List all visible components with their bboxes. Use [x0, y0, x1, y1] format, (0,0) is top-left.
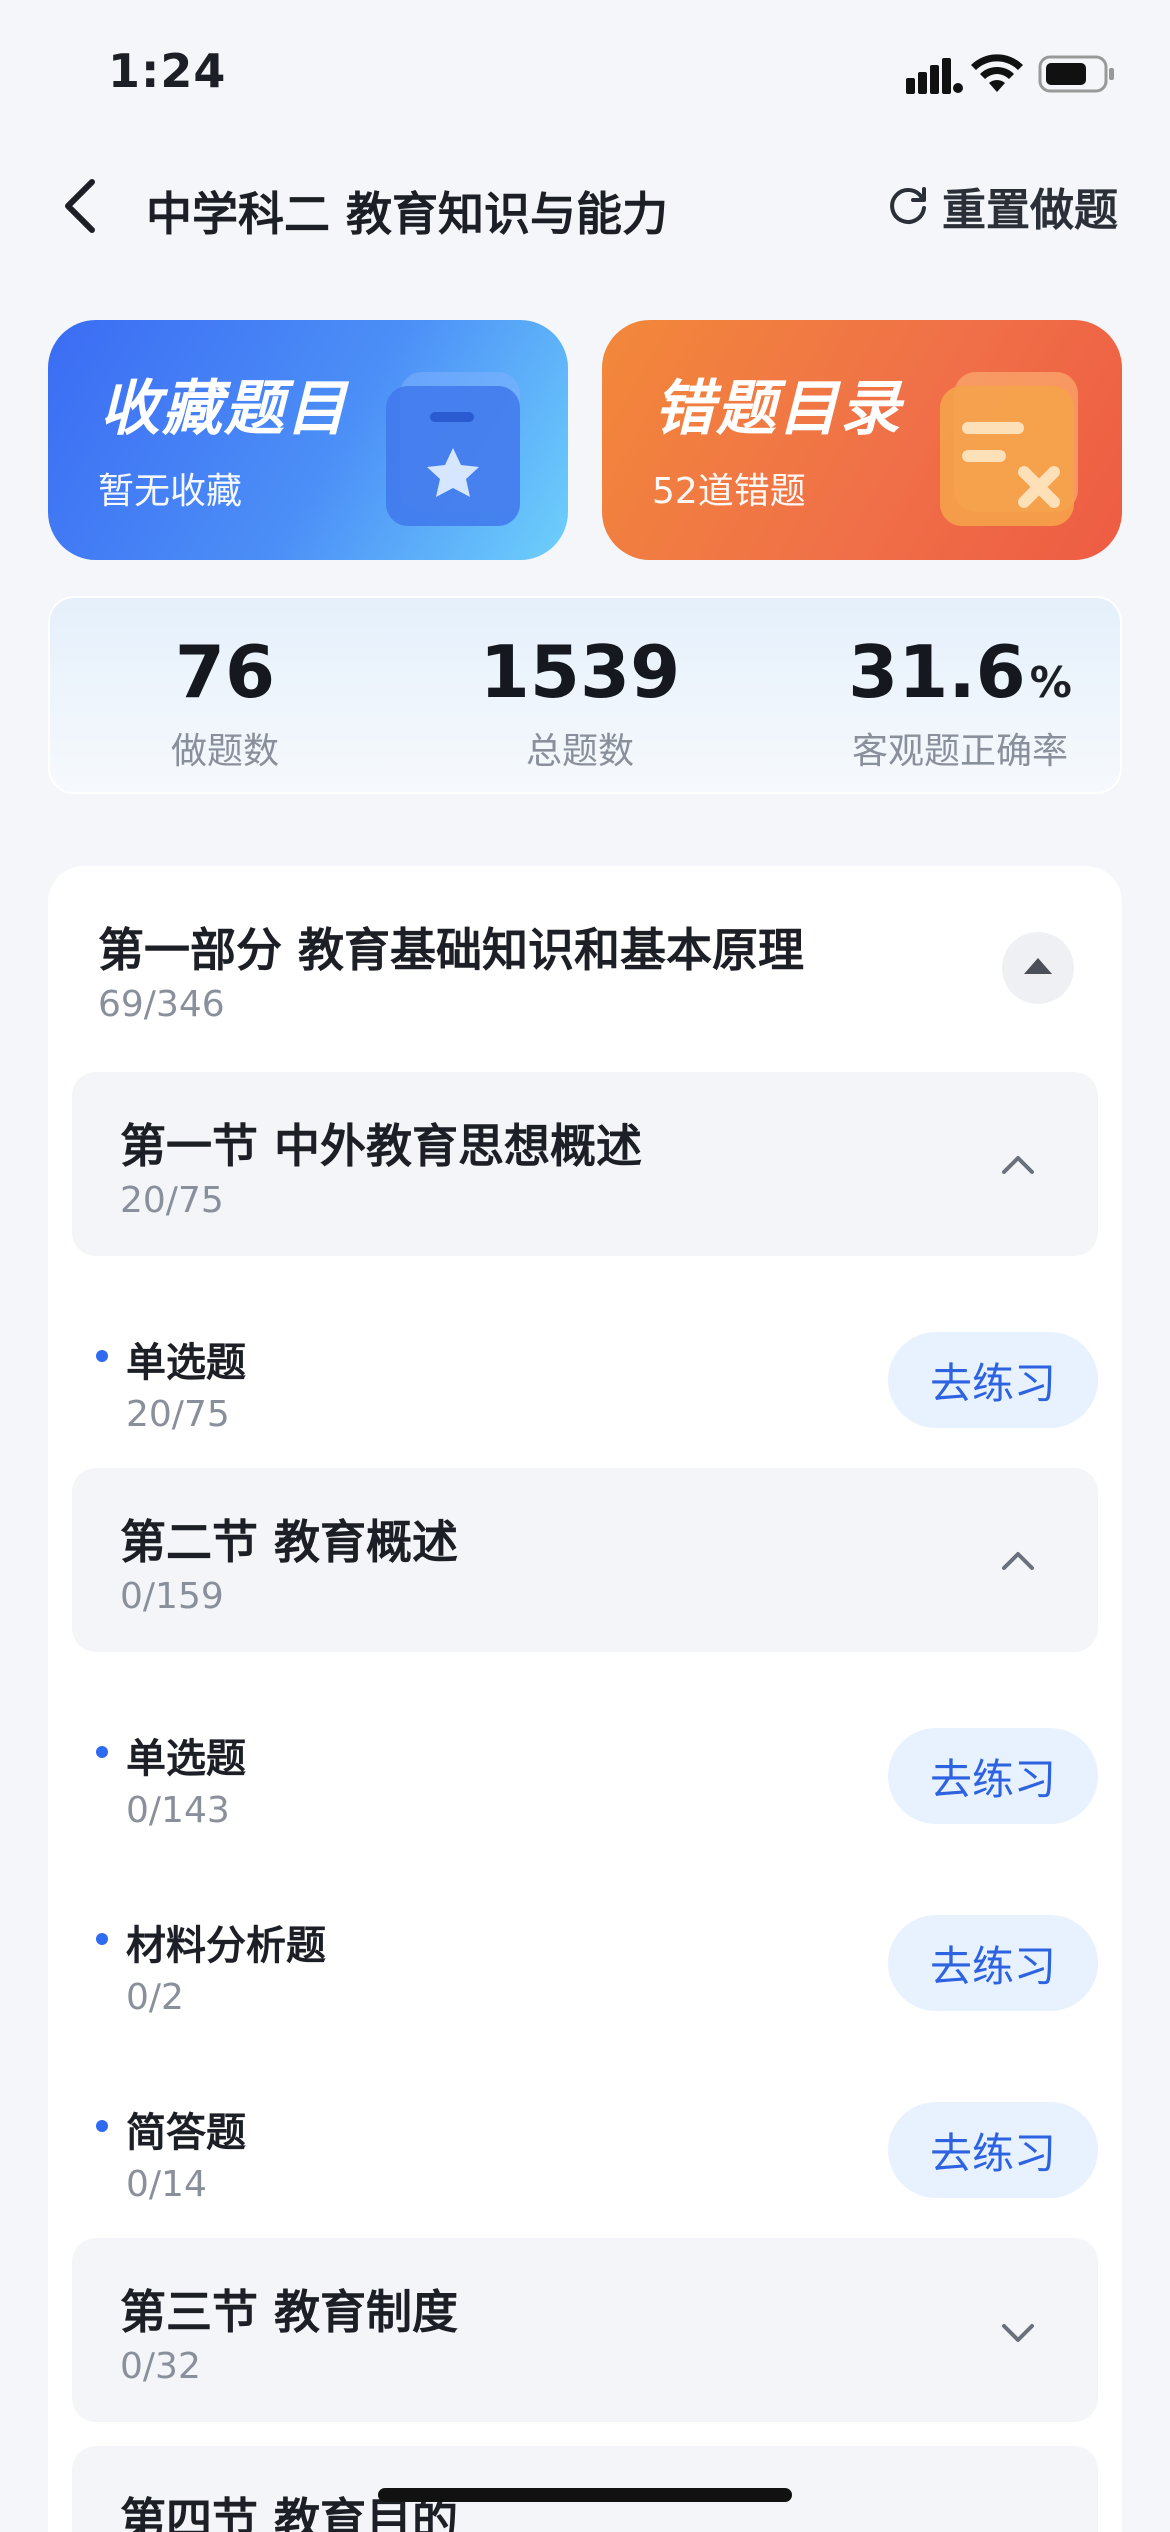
star-folder-icon	[386, 372, 520, 526]
wrong-questions-title: 错题目录	[654, 374, 902, 444]
chevron-up-icon	[1002, 1552, 1034, 1570]
collapse-toggle-icon[interactable]	[1002, 932, 1074, 1004]
bullet-dot	[96, 1350, 108, 1362]
stat-value: 31.6	[848, 630, 1026, 714]
signal-icon	[906, 58, 963, 94]
stat-unit: %	[1029, 658, 1072, 707]
question-type-item: 单选题 20/75 去练习	[48, 1316, 1122, 1466]
stat-label: 客观题正确率	[851, 731, 1068, 772]
favorites-title: 收藏题目	[100, 374, 348, 444]
bullet-dot	[96, 2120, 108, 2132]
stat-label: 总题数	[525, 731, 634, 772]
practice-button[interactable]: 去练习	[888, 1728, 1098, 1824]
question-type-name: 单选题	[126, 1340, 246, 1386]
chapter-title: 第三节 教育制度	[120, 2285, 459, 2339]
favorites-card[interactable]: 收藏题目 暂无收藏	[48, 320, 568, 560]
stat-total: 1539 总题数	[430, 636, 730, 774]
question-type-item: 材料分析题 0/2 去练习	[48, 1899, 1122, 2049]
stat-accuracy: 31.6% 客观题正确率	[810, 636, 1110, 774]
favorites-subtitle: 暂无收藏	[98, 471, 243, 512]
wifi-icon	[971, 54, 1023, 92]
chapter-title: 第一节 中外教育思想概述	[120, 1119, 643, 1173]
chapter-header[interactable]: 第一节 中外教育思想概述 20/75	[72, 1072, 1098, 1256]
document-x-icon	[940, 372, 1078, 526]
chevron-down-icon	[998, 2520, 1038, 2532]
home-indicator	[378, 2488, 792, 2502]
chevron-down-icon	[1002, 2324, 1034, 2342]
question-type-item: 单选题 0/143 去练习	[48, 1712, 1122, 1862]
page-title: 中学科二 教育知识与能力	[146, 187, 669, 241]
bullet-dot	[96, 1933, 108, 1945]
back-icon[interactable]	[56, 176, 104, 236]
practice-button[interactable]: 去练习	[888, 2102, 1098, 2198]
question-type-item: 简答题 0/14 去练习	[48, 2086, 1122, 2236]
reset-button[interactable]: 重置做题	[886, 176, 1118, 236]
status-time: 1:24	[108, 44, 227, 98]
question-type-count: 20/75	[126, 1394, 230, 1435]
question-type-count: 0/143	[126, 1790, 230, 1831]
part-title: 第一部分 教育基础知识和基本原理	[98, 923, 805, 977]
stat-value: 76	[174, 630, 276, 714]
chapter-header[interactable]: 第三节 教育制度 0/32	[72, 2238, 1098, 2422]
question-type-count: 0/14	[126, 2164, 207, 2205]
question-type-count: 0/2	[126, 1977, 184, 2018]
chapter-title: 第二节 教育概述	[120, 1515, 459, 1569]
wrong-questions-subtitle: 52道错题	[652, 471, 806, 512]
question-type-name: 材料分析题	[126, 1923, 326, 1969]
chapter-count: 0/159	[120, 1576, 224, 1617]
wrong-questions-card[interactable]: 错题目录 52道错题	[602, 320, 1122, 560]
battery-icon	[1038, 55, 1114, 93]
reset-label: 重置做题	[942, 185, 1118, 236]
status-bar: 1:24	[0, 0, 1170, 150]
question-type-name: 单选题	[126, 1736, 246, 1782]
practice-button[interactable]: 去练习	[888, 1332, 1098, 1428]
part-section: 第一部分 教育基础知识和基本原理 69/346 第一节 中外教育思想概述 20/…	[48, 866, 1122, 2532]
practice-button[interactable]: 去练习	[888, 1915, 1098, 2011]
stats-panel: 76 做题数 1539 总题数 31.6% 客观题正确率	[48, 596, 1122, 794]
page: 1:24 中学科二 教育知识与能力 重置做题 收藏题目 暂无收藏 错题目录 52…	[0, 0, 1170, 2532]
refresh-icon	[890, 187, 926, 224]
chapter-count: 20/75	[120, 1180, 224, 1221]
chapter-header[interactable]: 第二节 教育概述 0/159	[72, 1468, 1098, 1652]
stat-label: 做题数	[170, 731, 279, 772]
stat-done: 76 做题数	[110, 636, 340, 774]
chevron-up-icon	[1002, 1156, 1034, 1174]
part-count: 69/346	[98, 984, 225, 1025]
chapter-count: 0/32	[120, 2346, 201, 2387]
bullet-dot	[96, 1746, 108, 1758]
header: 中学科二 教育知识与能力 重置做题	[0, 160, 1170, 250]
question-type-name: 简答题	[126, 2110, 246, 2156]
stat-value: 1539	[479, 630, 681, 714]
